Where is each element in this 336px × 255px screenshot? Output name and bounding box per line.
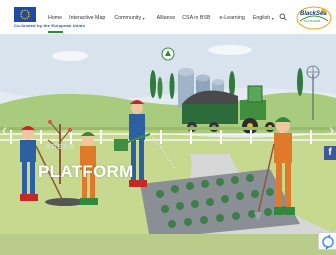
chevron-down-icon: ▾ (271, 15, 274, 21)
hero-banner: GREEN PLATFORM f (0, 34, 336, 255)
nav-item-csa-in-bsb[interactable]: CSA in BSB (182, 15, 210, 21)
site-header: Co-funded by the European Union Home Inte… (0, 0, 336, 34)
hero-green-text: GREEN (45, 144, 75, 151)
site-logo[interactable] (296, 5, 332, 31)
nav-item-e-learning[interactable]: e-Learning (220, 15, 245, 21)
active-nav-underline (48, 31, 63, 33)
logo-title: BlackSea (300, 11, 327, 17)
main-nav: Home Interactive Map Community ▾ Alliance CSA… (48, 15, 274, 21)
recaptcha-icon[interactable] (318, 232, 336, 250)
eu-flag-icon (14, 7, 36, 22)
nav-item-home[interactable]: Home (48, 15, 62, 21)
nav-item-label: Alliance (156, 15, 176, 21)
cofund-text: Co-funded by the European Union (14, 23, 86, 28)
nav-item-label: English (252, 15, 271, 21)
logo-subtitle: PLATFORM (304, 19, 321, 23)
arrow-left-icon[interactable] (2, 127, 7, 135)
nav-item-english[interactable]: English ▾ (253, 15, 274, 21)
nav-item-interactive-map[interactable]: Interactive Map (69, 15, 105, 21)
nav-item-label: Community (114, 15, 142, 21)
nav-item-label: e-Learning (219, 15, 245, 21)
arrow-right-icon[interactable] (329, 127, 334, 135)
chevron-down-icon: ▾ (142, 15, 145, 21)
nav-item-label: CSA in BSB (182, 15, 211, 21)
nav-item-label: Home (48, 15, 63, 21)
nav-item-community[interactable]: Community ▾ (114, 15, 144, 21)
nav-item-label: Interactive Map (69, 15, 106, 21)
search-icon[interactable] (279, 13, 287, 21)
hero-platform-title: PLATFORM (38, 162, 134, 181)
nav-item-alliance[interactable]: Alliance (157, 15, 176, 21)
facebook-icon[interactable]: f (324, 146, 336, 160)
